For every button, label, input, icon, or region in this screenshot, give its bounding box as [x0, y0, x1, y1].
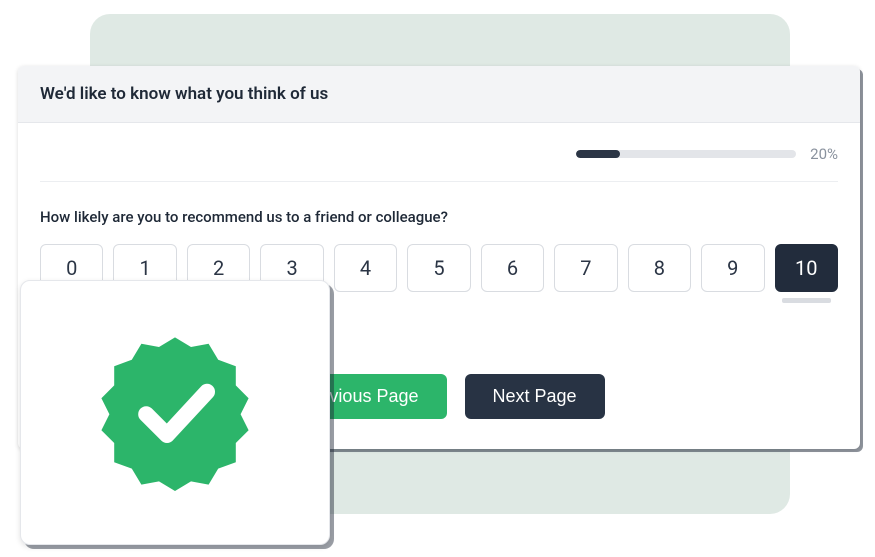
- question-text: How likely are you to recommend us to a …: [40, 208, 838, 226]
- progress-label: 20%: [810, 145, 838, 163]
- scale-option-7[interactable]: 7: [554, 244, 617, 292]
- next-page-button[interactable]: Next Page: [465, 374, 605, 419]
- card-header: We'd like to know what you think of us: [18, 66, 860, 123]
- scale-option-4[interactable]: 4: [334, 244, 397, 292]
- scale-option-8[interactable]: 8: [628, 244, 691, 292]
- scale-option-6[interactable]: 6: [481, 244, 544, 292]
- scale-option-5[interactable]: 5: [407, 244, 470, 292]
- selected-indicator: [782, 298, 831, 303]
- divider: [40, 181, 838, 182]
- progress-bar: [576, 150, 796, 158]
- scale-option-10[interactable]: 10: [775, 244, 838, 292]
- survey-title: We'd like to know what you think of us: [40, 84, 838, 104]
- verified-check-icon: [95, 331, 255, 495]
- progress-fill: [576, 150, 620, 158]
- scale-option-9[interactable]: 9: [701, 244, 764, 292]
- progress-row: 20%: [40, 145, 838, 163]
- verified-badge-card: [20, 280, 330, 545]
